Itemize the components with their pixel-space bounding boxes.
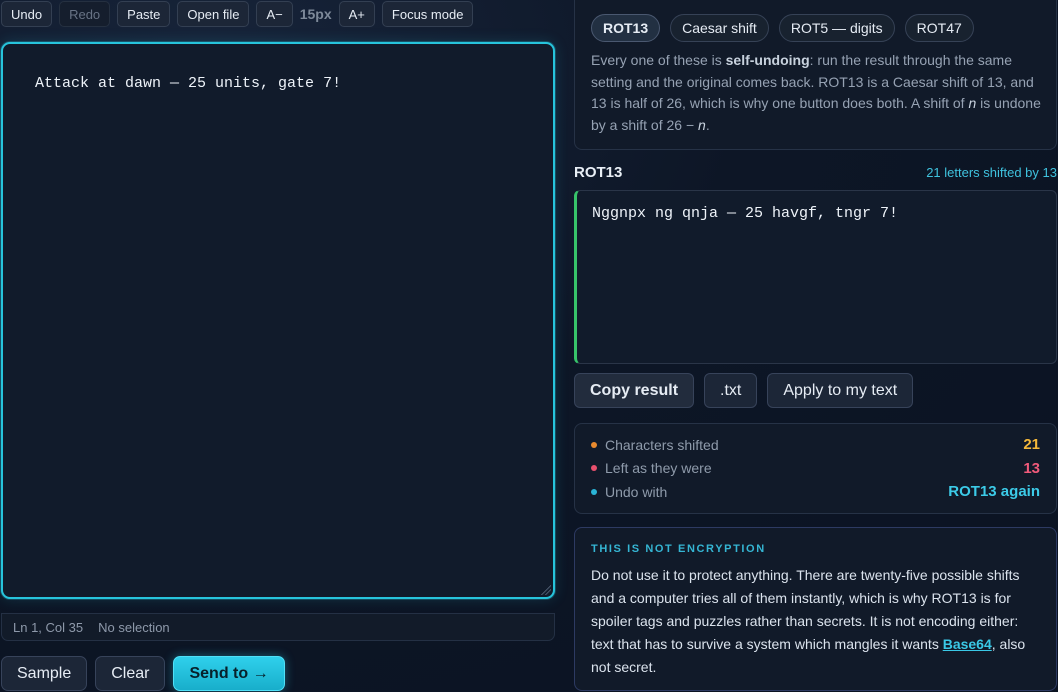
stat-value: 13: [1023, 459, 1040, 477]
stat-value: 21: [1023, 436, 1040, 454]
stat-dot-icon: [591, 488, 597, 495]
result-header: ROT13 21 letters shifted by 13: [574, 164, 1057, 181]
mode-card: ROT13 Caesar shift ROT5 — digits ROT47 E…: [574, 0, 1057, 150]
warning-panel: THIS IS NOT ENCRYPTION Do not use it to …: [574, 527, 1057, 691]
stat-row: Characters shifted 21: [591, 433, 1040, 457]
stat-label: Undo with: [605, 483, 668, 500]
input-textarea[interactable]: Attack at dawn — 25 units, gate 7!: [1, 42, 555, 599]
font-decrease-button[interactable]: A−: [256, 1, 293, 27]
result-text: Nggnpx ng qnja — 25 havgf, tngr 7!: [592, 205, 899, 222]
result-actions: Copy result .txt Apply to my text: [574, 373, 914, 408]
stat-label: Characters shifted: [605, 436, 719, 453]
input-text: Attack at dawn — 25 units, gate 7!: [35, 75, 342, 92]
resize-handle[interactable]: [541, 585, 551, 595]
mode-pill-rot13[interactable]: ROT13: [591, 14, 661, 42]
clear-button[interactable]: Clear: [95, 656, 166, 691]
result-output[interactable]: Nggnpx ng qnja — 25 havgf, tngr 7!: [574, 190, 1057, 364]
editor-statusbar: Ln 1, Col 35 No selection: [1, 613, 555, 641]
result-title: ROT13: [574, 164, 623, 181]
mode-description: Every one of these is self-undoing: run …: [591, 52, 1041, 133]
stat-dot-icon: [591, 441, 597, 448]
selection-status: No selection: [98, 619, 170, 635]
copy-result-button[interactable]: Copy result: [574, 373, 695, 408]
send-to-button[interactable]: Send to →: [173, 656, 285, 691]
mode-pills: ROT13 Caesar shift ROT5 — digits ROT47: [591, 14, 974, 42]
redo-button[interactable]: Redo: [59, 1, 111, 27]
result-summary: 21 letters shifted by 13: [926, 165, 1057, 180]
mode-pill-rot47[interactable]: ROT47: [904, 14, 974, 42]
mode-pill-caesar[interactable]: Caesar shift: [670, 14, 769, 42]
warning-title: THIS IS NOT ENCRYPTION: [591, 543, 766, 555]
focus-mode-button[interactable]: Focus mode: [381, 1, 474, 27]
editor-toolbar: Undo Redo Paste Open file A− 15px A+ Foc…: [1, 1, 474, 27]
mode-pill-rot5[interactable]: ROT5 — digits: [778, 14, 895, 42]
sample-button[interactable]: Sample: [1, 656, 88, 691]
stat-row: Left as they were 13: [591, 457, 1040, 481]
warning-body: Do not use it to protect anything. There…: [591, 567, 1026, 675]
stats-panel: Characters shifted 21 Left as they were …: [574, 423, 1057, 514]
stat-label: Left as they were: [605, 460, 712, 477]
open-file-button[interactable]: Open file: [177, 1, 250, 27]
download-txt-button[interactable]: .txt: [704, 373, 758, 408]
font-increase-button[interactable]: A+: [338, 1, 375, 27]
paste-button[interactable]: Paste: [117, 1, 171, 27]
stat-dot-icon: [591, 465, 597, 472]
stat-row: Undo with ROT13 again: [591, 480, 1040, 504]
base64-link[interactable]: Base64: [943, 636, 992, 652]
undo-button[interactable]: Undo: [1, 1, 53, 27]
stat-value: ROT13 again: [948, 483, 1040, 501]
font-size-readout: 15px: [299, 6, 332, 22]
cursor-position: Ln 1, Col 35: [13, 619, 84, 635]
input-actions: Sample Clear Send to →: [1, 656, 285, 691]
apply-to-text-button[interactable]: Apply to my text: [767, 373, 914, 408]
